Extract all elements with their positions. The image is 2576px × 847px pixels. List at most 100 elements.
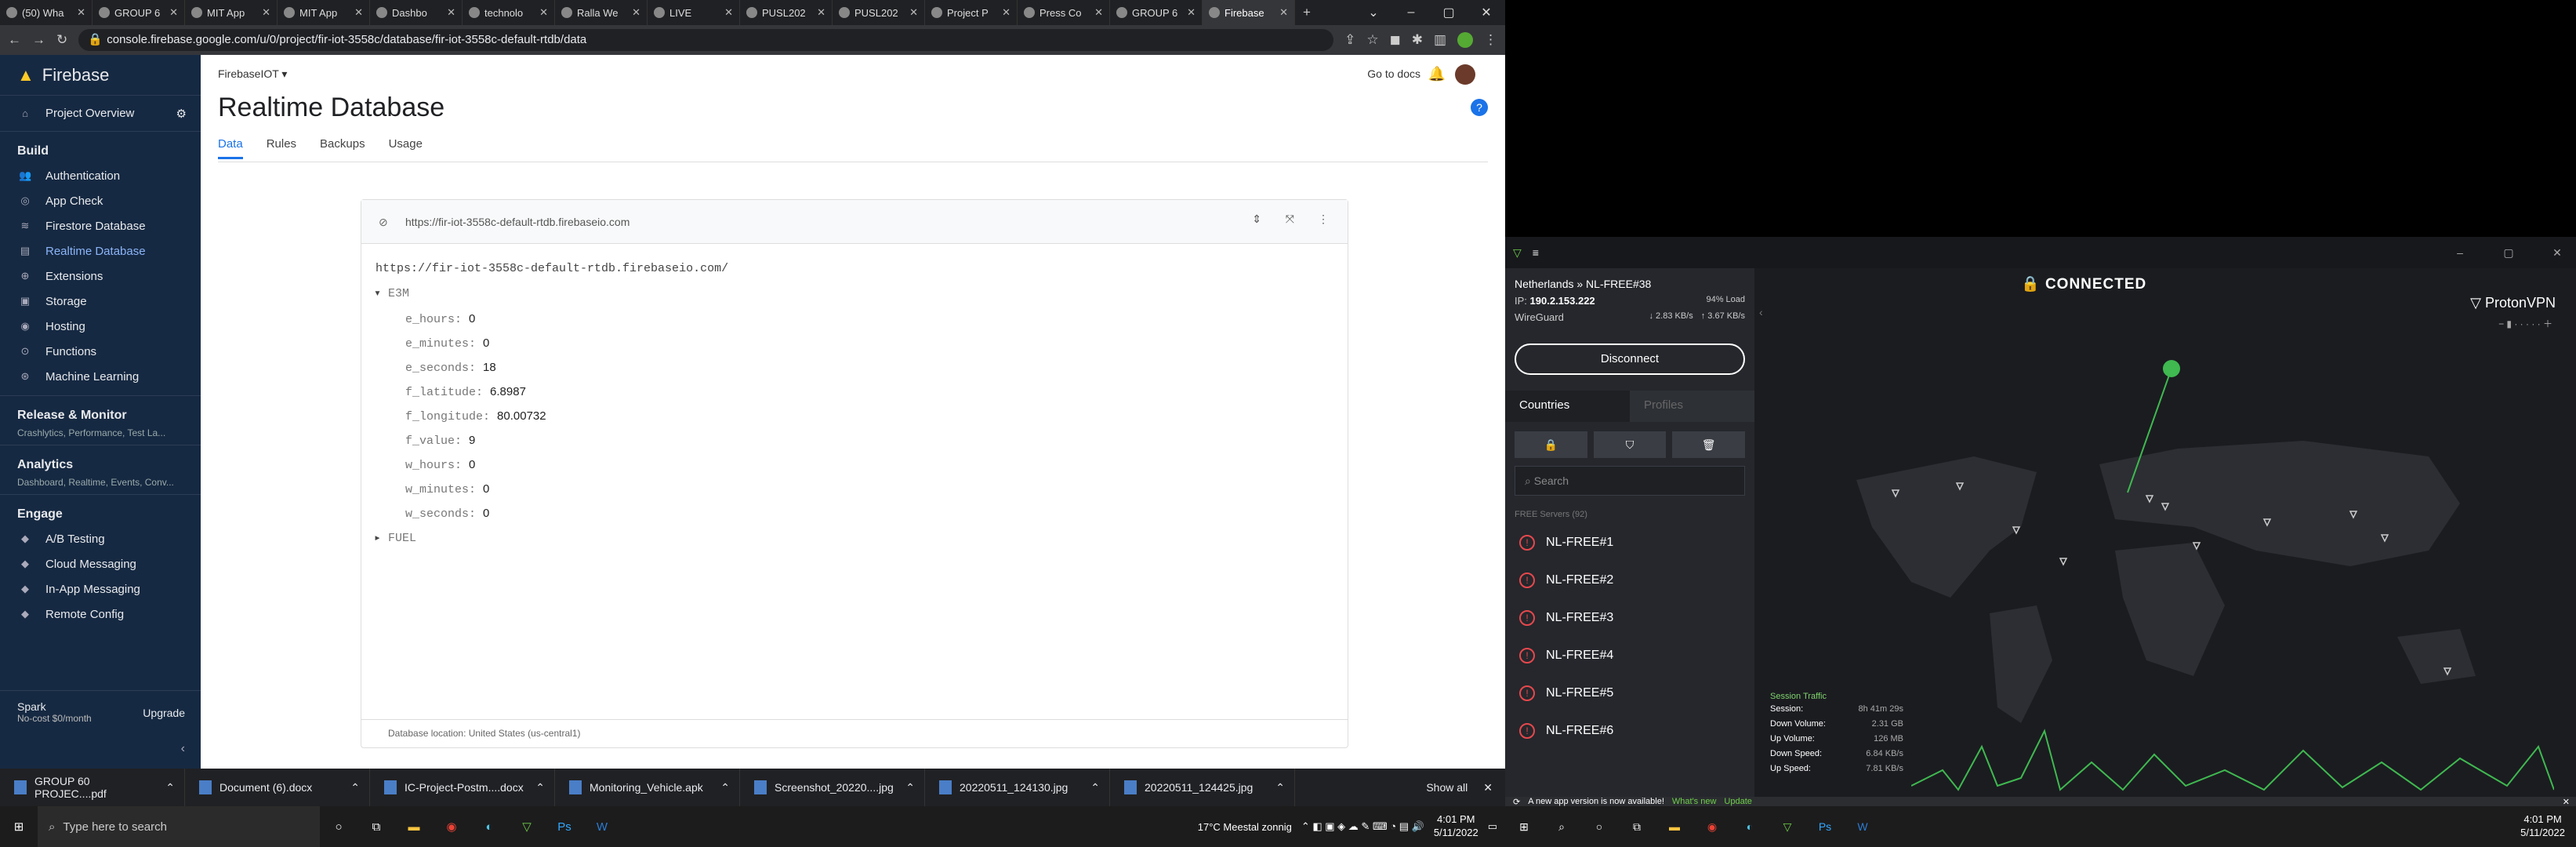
server-item[interactable]: ! NL-FREE#2 bbox=[1505, 562, 1754, 599]
cortana-icon[interactable]: ○ bbox=[320, 820, 357, 834]
vpn-minimize-icon[interactable]: – bbox=[2441, 246, 2479, 259]
photoshop-icon[interactable]: Ps bbox=[546, 820, 583, 834]
data-field[interactable]: w_minutes: 0 bbox=[405, 480, 489, 499]
download-chevron-icon[interactable]: ⌃ bbox=[1275, 781, 1285, 794]
sidebar-item[interactable]: ◆ A/B Testing bbox=[0, 526, 201, 551]
file-explorer-icon[interactable]: ▬ bbox=[395, 820, 433, 834]
download-item[interactable]: GROUP 60 PROJEC....pdf ⌃ bbox=[0, 769, 185, 806]
browser-tab[interactable]: MIT App ✕ bbox=[185, 0, 278, 25]
maximize-icon[interactable]: ▢ bbox=[1430, 5, 1468, 20]
tray-icons[interactable]: ⌃ ◧ ▣ ◈ ☁ ✎ ⌨ ◔ ▤ 🔊 bbox=[1301, 820, 1424, 833]
word-icon[interactable]: W bbox=[583, 820, 621, 834]
clock[interactable]: 4:01 PM 5/11/2022 bbox=[1434, 813, 1478, 840]
browser-tab[interactable]: GROUP 6 ✕ bbox=[1110, 0, 1203, 25]
db-tab[interactable]: Usage bbox=[389, 137, 423, 159]
right-word-icon[interactable]: W bbox=[1844, 820, 1881, 833]
browser-tab[interactable]: PUSL202 ✕ bbox=[740, 0, 833, 25]
db-url[interactable]: https://fir-iot-3558c-default-rtdb.fireb… bbox=[405, 216, 629, 228]
data-field[interactable]: e_hours: 0 bbox=[405, 310, 475, 329]
upgrade-button[interactable]: Upgrade bbox=[143, 707, 185, 719]
right-file-explorer-icon[interactable]: ▬ bbox=[1656, 820, 1693, 833]
download-chevron-icon[interactable]: ⌃ bbox=[165, 781, 175, 794]
data-field[interactable]: f_value: 9 bbox=[405, 431, 475, 450]
tab-countries[interactable]: Countries bbox=[1505, 391, 1630, 422]
sidebar-item[interactable]: ⊙ Functions bbox=[0, 339, 201, 364]
menu-icon[interactable]: ⋮ bbox=[1484, 32, 1497, 48]
right-edge-icon[interactable]: ◐ bbox=[1731, 820, 1769, 833]
update-link[interactable]: Update bbox=[1724, 797, 1751, 806]
vpn-app-icon[interactable]: ▽ bbox=[508, 820, 546, 834]
sidebar-item[interactable]: 👥 Authentication bbox=[0, 163, 201, 188]
sidebar-item[interactable]: ≋ Firestore Database bbox=[0, 213, 201, 238]
collapse-icon[interactable]: ⤧ bbox=[1286, 213, 1294, 226]
account-avatar[interactable] bbox=[1455, 64, 1475, 85]
browser-tab[interactable]: LIVE ✕ bbox=[648, 0, 740, 25]
node-e3m[interactable]: ▾ E3M bbox=[374, 285, 409, 304]
tab-close-icon[interactable]: ✕ bbox=[1187, 6, 1195, 19]
sidebar-item[interactable]: ◉ Hosting bbox=[0, 314, 201, 339]
tab-search-icon[interactable]: ⌄ bbox=[1355, 5, 1392, 20]
analytics-heading[interactable]: Analytics bbox=[0, 445, 201, 477]
tab-close-icon[interactable]: ✕ bbox=[1094, 6, 1103, 19]
tab-close-icon[interactable]: ✕ bbox=[909, 6, 918, 19]
task-view-icon[interactable]: ⧉ bbox=[357, 820, 395, 834]
notifications-bell-icon[interactable]: 🔔 bbox=[1428, 66, 1446, 82]
share-icon[interactable]: ⇪ bbox=[1344, 32, 1355, 48]
url-field[interactable]: 🔒 console.firebase.google.com/u/0/project… bbox=[78, 29, 1334, 51]
new-tab-icon[interactable]: + bbox=[1303, 5, 1311, 20]
zoom-control[interactable]: − ▮ · · · · · ＋ bbox=[2498, 317, 2552, 330]
server-item[interactable]: ! NL-FREE#3 bbox=[1505, 599, 1754, 637]
tab-close-icon[interactable]: ✕ bbox=[1279, 6, 1288, 19]
server-item[interactable]: ! NL-FREE#6 bbox=[1505, 712, 1754, 750]
sidebar-item[interactable]: ▣ Storage bbox=[0, 289, 201, 314]
browser-tab[interactable]: Firebase ✕ bbox=[1203, 0, 1295, 25]
tab-close-icon[interactable]: ✕ bbox=[354, 6, 363, 19]
download-chevron-icon[interactable]: ⌃ bbox=[1090, 781, 1100, 794]
sidebar-item[interactable]: ◆ Remote Config bbox=[0, 602, 201, 627]
extension-icon[interactable]: ◼ bbox=[1390, 32, 1401, 48]
server-item[interactable]: ! NL-FREE#5 bbox=[1505, 674, 1754, 712]
db-tab[interactable]: Rules bbox=[267, 137, 296, 159]
browser-tab[interactable]: Dashbo ✕ bbox=[370, 0, 463, 25]
download-chevron-icon[interactable]: ⌃ bbox=[350, 781, 360, 794]
chrome-icon[interactable]: ◉ bbox=[433, 820, 470, 834]
right-clock[interactable]: 4:01 PM 5/11/2022 bbox=[2520, 813, 2565, 840]
vpn-search-input[interactable]: ⌕ Search bbox=[1515, 466, 1745, 496]
right-vpn-icon[interactable]: ▽ bbox=[1769, 820, 1806, 834]
browser-tab[interactable]: GROUP 6 ✕ bbox=[93, 0, 185, 25]
right-chrome-icon[interactable]: ◉ bbox=[1693, 820, 1731, 834]
secure-core-lock-icon[interactable]: 🔒 bbox=[1515, 431, 1587, 458]
sidebar-item[interactable]: ◆ In-App Messaging bbox=[0, 576, 201, 602]
collapse-sidebar-icon[interactable]: ‹ bbox=[1759, 306, 1763, 318]
go-to-docs-link[interactable]: Go to docs bbox=[1367, 67, 1420, 80]
tab-close-icon[interactable]: ✕ bbox=[77, 6, 85, 19]
download-item[interactable]: 20220511_124130.jpg ⌃ bbox=[925, 769, 1110, 806]
browser-tab[interactable]: PUSL202 ✕ bbox=[833, 0, 925, 25]
server-item[interactable]: ! NL-FREE#1 bbox=[1505, 524, 1754, 562]
data-field[interactable]: e_minutes: 0 bbox=[405, 334, 489, 353]
vpn-close-icon[interactable]: ✕ bbox=[2538, 246, 2576, 260]
tab-close-icon[interactable]: ✕ bbox=[447, 6, 455, 19]
tab-close-icon[interactable]: ✕ bbox=[169, 6, 178, 19]
sidebar-item[interactable]: ◎ App Check bbox=[0, 188, 201, 213]
db-tab[interactable]: Backups bbox=[320, 137, 365, 159]
close-icon[interactable]: ✕ bbox=[1468, 5, 1505, 20]
show-all-button[interactable]: Show all bbox=[1426, 781, 1468, 794]
taskbar-search[interactable]: ⌕ Type here to search bbox=[38, 806, 320, 847]
server-marker-icon[interactable] bbox=[2059, 558, 2068, 566]
sidebar-item[interactable]: ⊕ Extensions bbox=[0, 264, 201, 289]
tab-close-icon[interactable]: ✕ bbox=[539, 6, 548, 19]
expand-icon[interactable]: ⇕ bbox=[1252, 213, 1261, 226]
card-menu-icon[interactable]: ⋮ bbox=[1318, 213, 1329, 226]
right-start-icon[interactable]: ⊞ bbox=[1505, 820, 1543, 834]
close-banner-icon[interactable]: ✕ bbox=[2563, 797, 2570, 807]
data-field[interactable]: e_seconds: 18 bbox=[405, 358, 496, 377]
close-downloads-icon[interactable]: ✕ bbox=[1483, 781, 1493, 794]
settings-gear-icon[interactable]: ⚙ bbox=[176, 107, 187, 121]
build-heading[interactable]: Build bbox=[0, 132, 201, 163]
browser-tab[interactable]: Project P ✕ bbox=[925, 0, 1018, 25]
puzzle-icon[interactable]: ✱ bbox=[1412, 32, 1423, 48]
download-item[interactable]: Monitoring_Vehicle.apk ⌃ bbox=[555, 769, 740, 806]
download-item[interactable]: 20220511_124425.jpg ⌃ bbox=[1110, 769, 1295, 806]
tab-close-icon[interactable]: ✕ bbox=[632, 6, 640, 19]
